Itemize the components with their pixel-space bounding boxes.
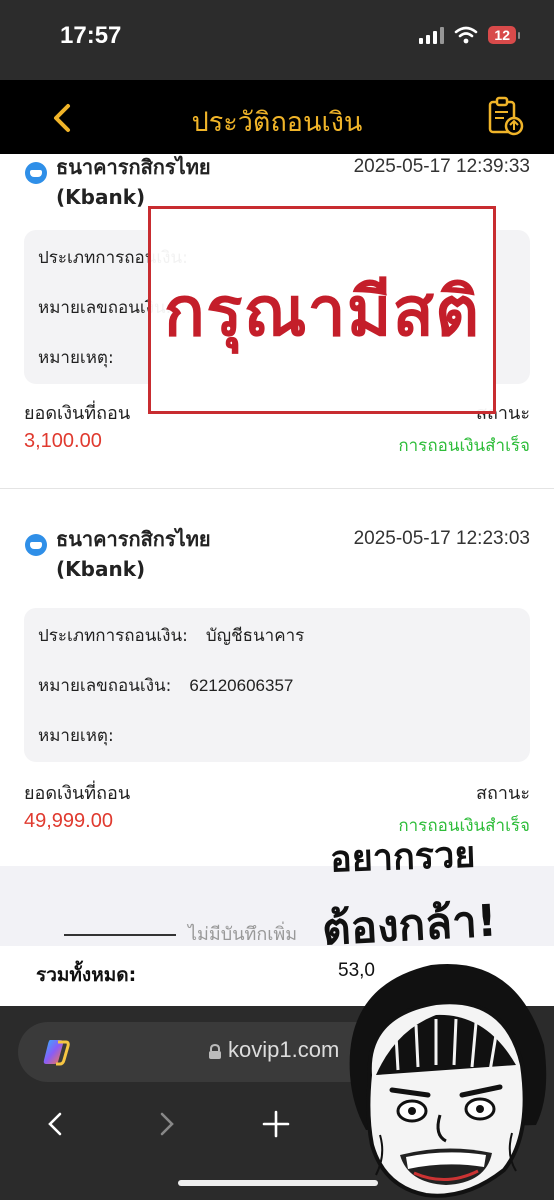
no-more-text: ไม่มีบันทึกเพิ่ม <box>188 924 298 945</box>
warning-stamp: กรุณามีสติ <box>148 206 496 414</box>
amount-value: 3,100.00 <box>24 430 102 452</box>
list-item[interactable]: ธนาคารกสิกรไทย (Kbank) 2025-05-17 12:23:… <box>0 514 554 836</box>
stamp-text: กรุณามีสติ <box>163 272 481 352</box>
battery-icon: 12 <box>488 26 520 44</box>
app-header: ประวัติถอนเงิน <box>0 80 554 154</box>
bank-name: ธนาคารกสิกรไทย (Kbank) <box>56 527 211 581</box>
page-title: ประวัติถอนเงิน <box>191 107 363 138</box>
amount-value: 49,999.00 <box>24 810 113 832</box>
withdraw-note: หมายเหตุ: <box>38 348 114 368</box>
bank-row: ธนาคารกสิกรไทย (Kbank) 2025-05-17 12:39:… <box>0 154 554 212</box>
lock-icon <box>209 1044 221 1059</box>
detail-box: ประเภทการถอนเงิน: บัญชีธนาคาร หมายเลขถอนเ… <box>24 608 530 762</box>
status-label: สถานะ <box>476 783 530 804</box>
meme-face-sticker <box>349 964 547 1198</box>
bank-row: ธนาคารกสิกรไทย (Kbank) 2025-05-17 12:23:… <box>0 514 554 584</box>
divider <box>0 488 554 489</box>
status-value: การถอนเงินสำเร็จ <box>398 436 530 456</box>
amount-label: ยอดเงินที่ถอน <box>24 403 131 424</box>
url-text: kovip1.com <box>228 1037 340 1062</box>
amount-label: ยอดเงินที่ถอน <box>24 783 131 804</box>
bank-icon <box>25 534 47 556</box>
list-item[interactable]: ธนาคารกสิกรไทย (Kbank) 2025-05-17 12:39:… <box>0 154 554 456</box>
withdraw-number: หมายเลขถอนเงิน: 62120606357 <box>38 676 294 696</box>
meme-caption-2: ต้องกล้า! <box>320 895 499 956</box>
divider <box>64 934 176 936</box>
bank-name: ธนาคารกสิกรไทย (Kbank) <box>56 155 211 209</box>
wifi-icon <box>455 26 478 44</box>
withdraw-note: หมายเหตุ: <box>38 726 114 746</box>
status-time: 17:57 <box>60 22 122 49</box>
status-bar: 17:57 12 <box>0 0 554 80</box>
clipboard-upload-icon[interactable] <box>486 96 524 136</box>
withdraw-datetime: 2025-05-17 12:23:03 <box>353 528 530 549</box>
total-label: รวมทั้งหมด: <box>36 964 137 986</box>
new-tab-icon[interactable] <box>256 1104 296 1144</box>
signal-icon <box>419 26 445 44</box>
back-nav-icon[interactable] <box>36 1104 76 1144</box>
withdraw-type: ประเภทการถอนเงิน: บัญชีธนาคาร <box>38 626 305 646</box>
copilot-icon[interactable] <box>40 1036 72 1068</box>
meme-caption-1: อยากรวย <box>329 834 477 881</box>
status-icons: 12 <box>419 26 520 44</box>
forward-nav-icon[interactable] <box>146 1104 186 1144</box>
withdraw-datetime: 2025-05-17 12:39:33 <box>353 156 530 177</box>
bank-icon <box>25 162 47 184</box>
